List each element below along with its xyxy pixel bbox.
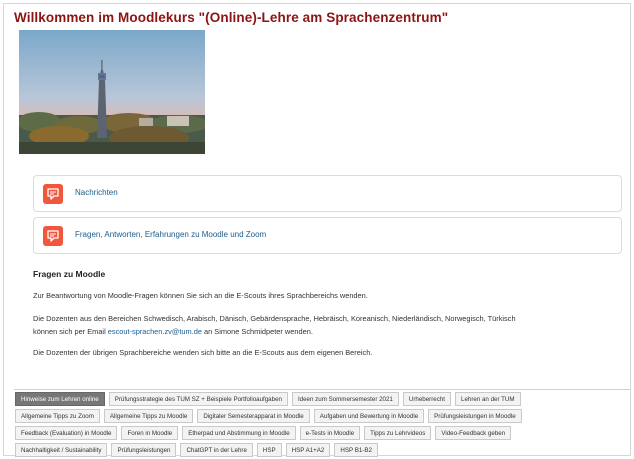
tab-semesterapparat[interactable]: Digitaler Semesterapparat in Moodle [197,409,310,423]
forum-icon [43,184,63,204]
tab-pruefungsleistungen[interactable]: Prüfungsleistungen [111,443,177,457]
tab-pruefungsleistungen-moodle[interactable]: Prüfungsleistungen in Moodle [428,409,522,423]
tab-aufgaben-bewertung[interactable]: Aufgaben und Bewertung in Moodle [313,409,425,423]
paragraph-other: Die Dozenten der übrigen Sprachbereiche … [33,348,373,357]
paragraph-contact-suffix: an Simone Schmidpeter wenden. [201,326,313,336]
course-title: Willkommen im Moodlekurs "(Online)-Lehre… [14,10,449,25]
tab-tipps-zoom[interactable]: Allgemeine Tipps zu Zoom [15,409,100,423]
tab-lehrvideos[interactable]: Tipps zu Lehrvideos [364,426,432,440]
section-heading: Fragen zu Moodle [33,269,106,279]
tab-pruefungsstrategie[interactable]: Prüfungsstrategie des TUM SZ + Beispiele… [108,392,288,406]
activity-link-fragen[interactable]: Fragen, Antworten, Erfahrungen zu Moodle… [75,230,266,239]
tab-nachhaltigkeit[interactable]: Nachhaltigkeit / Sustainability [15,443,108,457]
tab-urheberrecht[interactable]: Urheberrecht [402,392,451,406]
paragraph-contact-prefix: können sich per Email [33,326,108,336]
tab-feedback[interactable]: Feedback (Evaluation) in Moodle [15,426,118,440]
tab-foren[interactable]: Foren in Moodle [121,426,179,440]
course-header-image [19,30,205,154]
tab-chatgpt[interactable]: ChatGPT in der Lehre [180,443,253,457]
forum-icon [43,226,63,246]
tab-ideen-sose[interactable]: Ideen zum Sommersemester 2021 [291,392,399,406]
activity-link-nachrichten[interactable]: Nachrichten [75,188,118,197]
tab-hsp-b1-b2[interactable]: HSP B1-B2 [334,443,378,457]
tab-etherpad[interactable]: Etherpad und Abstimmung in Moodle [182,426,296,440]
activity-fragen-forum[interactable]: Fragen, Antworten, Erfahrungen zu Moodle… [33,217,622,254]
activity-nachrichten[interactable]: Nachrichten [33,175,622,212]
tabs-divider [14,389,631,390]
tab-row-2: Allgemeine Tipps zu Zoom Allgemeine Tipp… [15,409,522,423]
tab-row-3: Feedback (Evaluation) in Moodle Foren in… [15,426,512,440]
tab-video-feedback[interactable]: Video-Feedback geben [435,426,512,440]
tab-hsp[interactable]: HSP [256,443,282,457]
email-link[interactable]: escout-sprachen.zv@tum.de [108,327,202,336]
tab-lehren-tum[interactable]: Lehren an der TUM [455,392,521,406]
tab-hinweise[interactable]: Hinweise zum Lehren online [15,392,105,406]
paragraph-contact-line1: Die Dozenten aus den Bereichen Schwedisc… [33,314,516,323]
tab-row-4: Nachhaltigkeit / Sustainability Prüfungs… [15,443,378,457]
tab-tipps-moodle[interactable]: Allgemeine Tipps zu Moodle [103,409,194,423]
tab-hsp-a1-a2[interactable]: HSP A1+A2 [285,443,331,457]
tab-row-1: Hinweise zum Lehren online Prüfungsstrat… [15,392,521,406]
tab-etests[interactable]: e-Tests in Moodle [299,426,361,440]
paragraph-contact: Die Dozenten aus den Bereichen Schwedisc… [33,313,593,338]
paragraph-intro: Zur Beantwortung von Moodle-Fragen könne… [33,291,368,300]
